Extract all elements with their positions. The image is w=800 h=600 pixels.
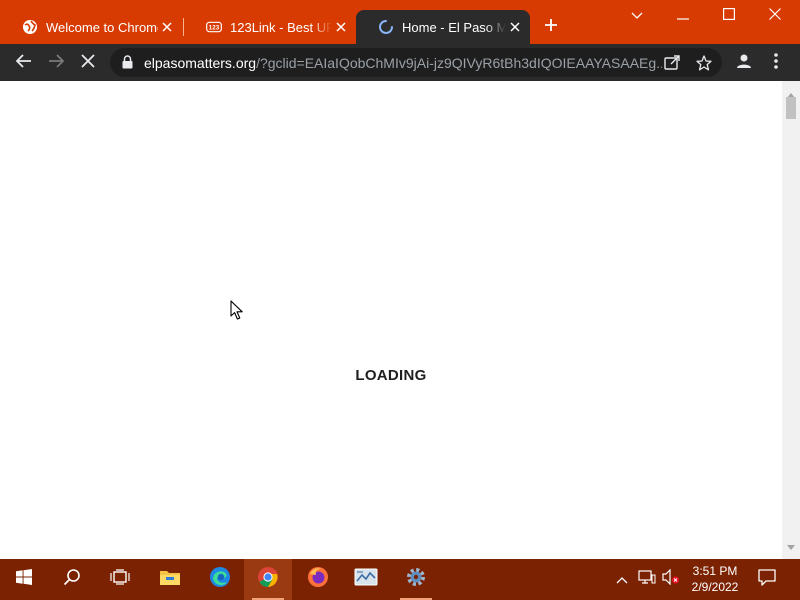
- task-view-button[interactable]: [96, 559, 144, 600]
- url-text[interactable]: elpasomatters.org/?gclid=EAIaIQobChMIv9j…: [144, 55, 662, 71]
- clock-date: 2/9/2022: [691, 580, 739, 594]
- windows-start-icon: [16, 569, 32, 590]
- maximize-icon: [723, 7, 736, 25]
- 123link-icon: 123: [206, 19, 222, 35]
- forward-button[interactable]: [43, 50, 69, 76]
- lock-icon[interactable]: [122, 55, 133, 74]
- tab-el-paso-matters[interactable]: Home - El Paso Matters: [356, 10, 530, 44]
- volume-muted-icon: [662, 568, 680, 590]
- close-window-button[interactable]: [760, 4, 790, 28]
- taskbar-chrome[interactable]: [244, 559, 292, 600]
- back-button[interactable]: [11, 50, 37, 76]
- forward-arrow-icon: [48, 53, 65, 73]
- taskbar-app[interactable]: [342, 559, 390, 600]
- profile-button[interactable]: [733, 52, 755, 74]
- stop-icon: [81, 53, 95, 73]
- clock-time: 3:51 PM: [692, 564, 738, 578]
- notification-icon: [758, 568, 776, 591]
- tab-welcome[interactable]: Welcome to Chrome: [0, 10, 182, 44]
- screen: Welcome to Chrome 123 123Link - Best URL…: [0, 0, 800, 600]
- tab-title: Welcome to Chrome: [46, 19, 158, 35]
- windows-taskbar: 3:51 PM 2/9/2022: [0, 559, 800, 600]
- browser-menu-button[interactable]: [766, 52, 786, 74]
- close-icon: [769, 7, 781, 25]
- back-arrow-icon: [15, 53, 32, 73]
- network-tray-button[interactable]: [636, 559, 658, 600]
- tab-title: 123Link - Best URL Shortener: [230, 19, 332, 35]
- bookmark-star-icon[interactable]: [694, 53, 714, 73]
- scrollbar-thumb[interactable]: [786, 97, 796, 119]
- scroll-down-arrow-icon[interactable]: [787, 537, 795, 555]
- edge-icon: [209, 566, 231, 593]
- svg-text:123: 123: [209, 25, 220, 32]
- tab-title: Home - El Paso Matters: [402, 19, 506, 35]
- browser-toolbar: elpasomatters.org/?gclid=EAIaIQobChMIv9j…: [0, 44, 800, 81]
- network-icon: [638, 569, 656, 590]
- taskbar-search-button[interactable]: [48, 559, 96, 600]
- new-tab-button[interactable]: [540, 16, 562, 38]
- stop-button[interactable]: [75, 50, 101, 76]
- chevron-up-icon: [616, 571, 628, 589]
- share-icon[interactable]: [662, 53, 682, 73]
- volume-tray-button[interactable]: [660, 559, 682, 600]
- loading-spinner-icon: [378, 19, 394, 35]
- file-explorer-icon: [159, 568, 181, 591]
- taskbar-firefox[interactable]: [294, 559, 342, 600]
- vertical-scrollbar[interactable]: [782, 81, 800, 559]
- task-view-icon: [110, 569, 130, 590]
- settings-icon: [405, 566, 427, 593]
- action-center-button[interactable]: [754, 559, 780, 600]
- url-host: elpasomatters.org: [144, 55, 257, 71]
- show-hidden-icons-button[interactable]: [612, 559, 632, 600]
- tab-123link[interactable]: 123 123Link - Best URL Shortener: [184, 10, 356, 44]
- plus-icon: [544, 18, 558, 37]
- app-icon: [354, 567, 378, 592]
- url-path: /?gclid=EAIaIQobChMIv9jAi-jz9QIVyR6tBh3d…: [256, 55, 662, 71]
- profile-icon: [736, 53, 752, 74]
- minimize-button[interactable]: [668, 4, 698, 28]
- taskbar-settings[interactable]: [392, 559, 440, 600]
- taskbar-edge[interactable]: [196, 559, 244, 600]
- loading-text: LOADING: [355, 367, 427, 384]
- taskbar-clock[interactable]: 3:51 PM 2/9/2022: [684, 563, 746, 595]
- minimize-icon: [677, 7, 689, 25]
- tab-close-icon[interactable]: [506, 18, 524, 36]
- globe-icon: [22, 19, 38, 35]
- address-bar[interactable]: elpasomatters.org/?gclid=EAIaIQobChMIv9j…: [110, 48, 722, 77]
- tab-strip: Welcome to Chrome 123 123Link - Best URL…: [0, 0, 800, 44]
- tab-close-icon[interactable]: [332, 18, 350, 36]
- tab-search-icon: [631, 7, 643, 25]
- search-icon: [63, 568, 81, 591]
- tab-search-button[interactable]: [622, 4, 652, 28]
- page-content: LOADING: [0, 81, 782, 559]
- maximize-button[interactable]: [714, 4, 744, 28]
- firefox-icon: [307, 566, 329, 593]
- chrome-icon: [257, 566, 279, 593]
- start-button[interactable]: [0, 559, 48, 600]
- taskbar-file-explorer[interactable]: [146, 559, 194, 600]
- mouse-cursor-icon: [230, 300, 244, 326]
- tab-close-icon[interactable]: [158, 18, 176, 36]
- kebab-menu-icon: [774, 52, 778, 74]
